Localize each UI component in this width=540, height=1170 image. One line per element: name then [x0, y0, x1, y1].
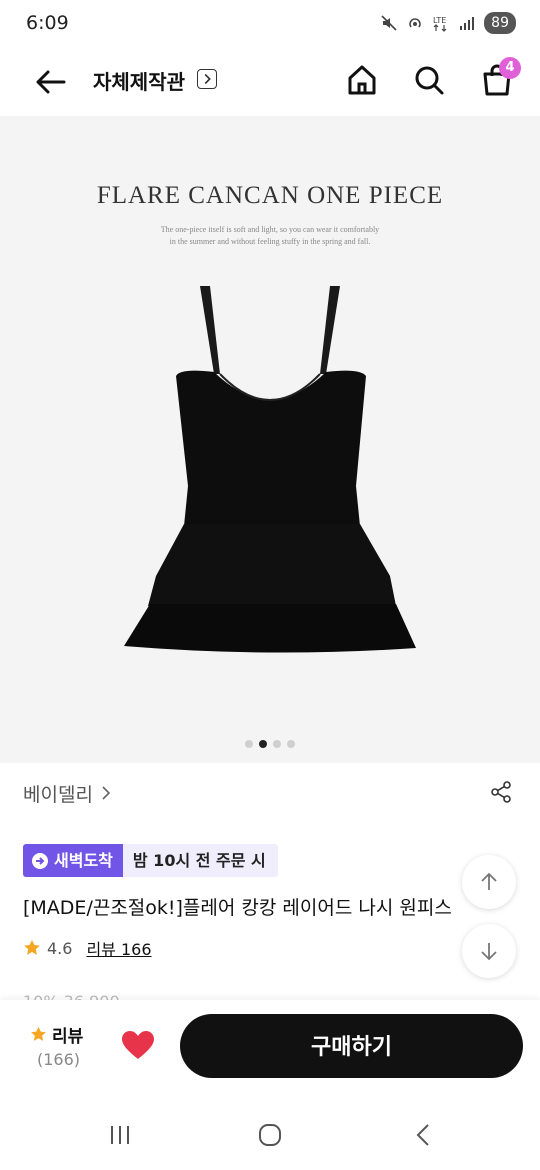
status-time: 6:09 — [26, 12, 69, 34]
image-title: FLARE CANCAN ONE PIECE — [96, 182, 444, 209]
chevron-right-icon[interactable] — [100, 784, 112, 802]
image-subtitle: The one-piece itself is soft and light, … — [0, 224, 540, 248]
image-subtitle-line: The one-piece itself is soft and light, … — [160, 225, 380, 234]
purchase-bar: 리뷰 (166) 구매하기 — [0, 1000, 540, 1095]
product-name: [MADE/끈조절ok!]플레어 캉캉 레이어드 나시 원피스 — [23, 897, 452, 919]
back-arrow-icon[interactable] — [30, 64, 70, 100]
search-icon[interactable] — [411, 62, 447, 98]
review-summary-title: 리뷰 — [30, 1022, 83, 1047]
status-bar: 6:09 LTE 89 — [0, 0, 540, 50]
carousel-dot — [273, 740, 281, 748]
arrow-down-icon — [481, 943, 497, 961]
carousel-dot — [245, 740, 253, 748]
system-navigation-bar — [0, 1095, 540, 1170]
battery-indicator: 89 — [484, 12, 516, 34]
shop-chevron-icon[interactable] — [197, 69, 217, 89]
image-subtitle-line: in the summer and without feeling stuffy… — [169, 237, 371, 246]
shop-title[interactable]: 자체제작관 — [93, 66, 185, 95]
share-icon[interactable] — [489, 780, 513, 804]
svg-text:LTE: LTE — [433, 16, 446, 25]
heart-icon[interactable] — [121, 1030, 155, 1060]
delivery-badge: 새벽도착 밤 10시 전 주문 시 — [23, 844, 278, 877]
arrow-up-icon — [481, 872, 497, 890]
dawn-delivery-tag: 새벽도착 — [23, 844, 123, 877]
lte-icon: LTE — [433, 16, 447, 32]
home-icon[interactable] — [344, 62, 380, 98]
signal-icon — [460, 17, 475, 30]
home-nav-icon[interactable] — [257, 1122, 283, 1148]
product-image-carousel[interactable]: FLARE CANCAN ONE PIECE The one-piece its… — [0, 116, 540, 763]
brand-link[interactable]: 베이델리 — [23, 780, 93, 807]
star-icon — [24, 940, 40, 955]
status-icons: LTE 89 — [380, 12, 516, 34]
scroll-up-button[interactable] — [462, 855, 516, 909]
buy-button[interactable]: 구매하기 — [180, 1014, 523, 1078]
carousel-indicator — [0, 740, 540, 748]
scroll-down-button[interactable] — [462, 924, 516, 978]
mute-icon — [381, 15, 397, 31]
rating-value: 4.6 — [47, 938, 73, 958]
app-header: 자체제작관 4 — [0, 50, 540, 114]
star-icon — [31, 1026, 46, 1041]
rating-row: 4.6 리뷰 166 — [23, 936, 152, 960]
hotspot-icon — [409, 18, 421, 28]
recent-apps-icon[interactable] — [108, 1123, 132, 1147]
review-count-link[interactable]: 리뷰 166 — [86, 936, 151, 960]
carousel-dot — [287, 740, 295, 748]
back-nav-icon[interactable] — [412, 1122, 434, 1148]
review-label: 리뷰 — [52, 1027, 84, 1047]
dawn-delivery-icon — [32, 852, 48, 869]
dress-image — [124, 286, 416, 653]
carousel-dot-active — [259, 740, 267, 748]
delivery-condition: 밤 10시 전 주문 시 — [122, 844, 278, 877]
dawn-delivery-label: 새벽도착 — [54, 851, 113, 870]
review-count: (166) — [37, 1050, 81, 1069]
cart-count-badge: 4 — [499, 57, 521, 79]
